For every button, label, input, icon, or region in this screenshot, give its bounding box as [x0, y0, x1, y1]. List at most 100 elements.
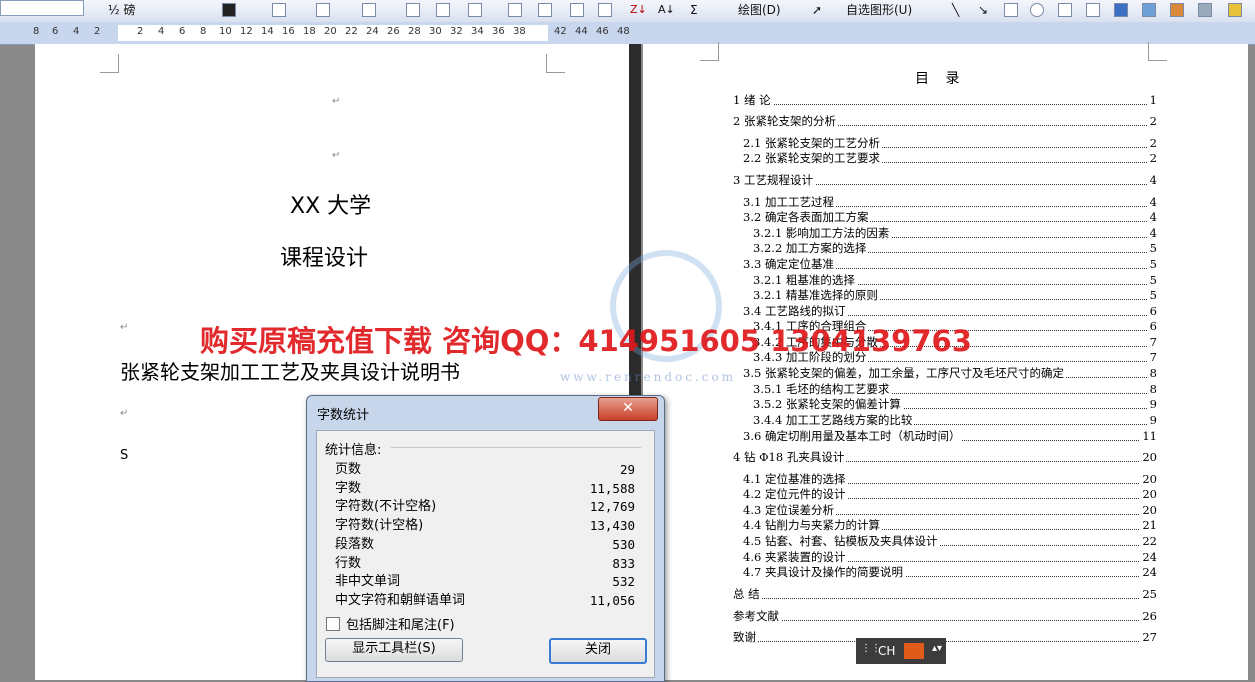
footnote-checkbox[interactable]: 包括脚注和尾注(F): [326, 614, 455, 633]
toc-entry[interactable]: 3.4.4 加工工艺路线方案的比较 9: [753, 413, 1157, 428]
toc-entry[interactable]: 2.1 张紧轮支架的工艺分析 2: [743, 136, 1157, 151]
stat-value: 11,588: [589, 480, 635, 496]
merge-icon[interactable]: [468, 3, 482, 17]
toc-entry[interactable]: 3.5.1 毛坯的结构工艺要求 8: [753, 382, 1157, 397]
toc-page-number: 5: [1147, 273, 1157, 288]
toc-entry[interactable]: 4.7 夹具设计及操作的简要说明 24: [743, 565, 1157, 580]
stray-character: S: [120, 448, 129, 463]
style-dropdown[interactable]: [0, 0, 84, 16]
sort-asc-icon[interactable]: A↓: [658, 2, 675, 18]
toc-entry[interactable]: 1 绪 论 1: [733, 93, 1157, 108]
toc-page-number: 11: [1140, 429, 1157, 444]
toc-entry-label: 3.5.1 毛坯的结构工艺要求: [753, 382, 892, 397]
toc-entry[interactable]: 3.3 确定定位基准 5: [743, 257, 1157, 272]
rectangle-icon[interactable]: [1004, 3, 1018, 17]
toc-entry[interactable]: 4.1 定位基准的选择 20: [743, 472, 1157, 487]
split-icon[interactable]: [508, 3, 522, 17]
select-objects-icon[interactable]: ➚: [812, 2, 822, 18]
toc-entry[interactable]: 4.2 定位元件的设计 20: [743, 487, 1157, 502]
toc-entry[interactable]: 总 结 25: [733, 587, 1157, 602]
toc-entry[interactable]: 3.5.2 张紧轮支架的偏差计算 9: [753, 397, 1157, 412]
toc-page-number: 8: [1147, 366, 1157, 381]
toc-entry[interactable]: 3.2.1 精基准选择的原则 5: [753, 288, 1157, 303]
toc-entry-label: 2.2 张紧轮支架的工艺要求: [743, 151, 882, 166]
toc-entry[interactable]: 3.2.2 加工方案的选择 5: [753, 241, 1157, 256]
autoshapes-menu[interactable]: 自选图形(U): [846, 2, 912, 18]
wordart-icon[interactable]: [1114, 3, 1128, 17]
picture-icon[interactable]: [1198, 3, 1212, 17]
ime-logo-icon[interactable]: [904, 643, 924, 659]
clipart-icon[interactable]: [1170, 3, 1184, 17]
toc-page-number: 21: [1140, 518, 1157, 533]
close-icon[interactable]: ✕: [598, 397, 658, 421]
vertical-textbox-icon[interactable]: [1086, 3, 1100, 17]
toc-entry[interactable]: 4.4 钻削力与夹紧力的计算 21: [743, 518, 1157, 533]
toc-leader-dots: [733, 609, 1157, 621]
toc-entry[interactable]: 4.5 钻套、衬套、钻模板及夹具体设计 22: [743, 534, 1157, 549]
fill-color-icon[interactable]: [1228, 3, 1242, 17]
toc-entry[interactable]: 3.2 确定各表面加工方案 4: [743, 210, 1157, 225]
toc-entry-label: 致谢: [733, 630, 758, 645]
checkbox-icon[interactable]: [326, 617, 340, 631]
toc-entry[interactable]: 4.3 定位误差分析 20: [743, 503, 1157, 518]
toc-entry[interactable]: 2 张紧轮支架的分析 2: [733, 114, 1157, 129]
toc-entry[interactable]: 3.1 加工工艺过程 4: [743, 195, 1157, 210]
autoformat-icon[interactable]: [570, 3, 584, 17]
ime-toolbar[interactable]: ⋮⋮ CH ▴▾: [856, 638, 946, 664]
toc-entry[interactable]: 3.2.1 粗基准的选择 5: [753, 273, 1157, 288]
stat-label: 行数: [335, 555, 362, 571]
toc-entry-label: 3.2.2 加工方案的选择: [753, 241, 869, 256]
table-icon[interactable]: [362, 3, 376, 17]
arrow-icon[interactable]: ↘: [978, 2, 988, 18]
toc-entry-label: 4.5 钻套、衬套、钻模板及夹具体设计: [743, 534, 940, 549]
textbox-icon[interactable]: [1058, 3, 1072, 17]
diagram-icon[interactable]: [1142, 3, 1156, 17]
ruler-tick-label: 6: [52, 26, 59, 37]
toc-entry-label: 3.2.1 精基准选择的原则: [753, 288, 880, 303]
horizontal-ruler[interactable]: 8 6 4 2 2 4 6 8 10 12 14 16 18 20 22 24 26 28 30 32 34 36 38 42…: [0, 22, 1255, 45]
sum-icon[interactable]: Σ: [690, 2, 698, 18]
toc-entry[interactable]: 3.5 张紧轮支架的偏差，加工余量，工序尺寸及毛坯尺寸的确定 8: [743, 366, 1157, 381]
toc-entry-label: 3.2.1 影响加工方法的因素: [753, 226, 892, 241]
toc-page-number: 24: [1140, 550, 1157, 565]
ruler-tick-label: 20: [324, 26, 337, 37]
toc-entry-label: 3.3 确定定位基准: [743, 257, 836, 272]
toc-entry[interactable]: 4.6 夹紧装置的设计 24: [743, 550, 1157, 565]
toc-page-number: 5: [1147, 288, 1157, 303]
shading-icon[interactable]: [316, 3, 330, 17]
show-toolbar-button[interactable]: 显示工具栏(S): [325, 638, 463, 662]
university-name: XX 大学: [290, 194, 372, 219]
line-color-icon[interactable]: [222, 3, 236, 17]
toc-leader-dots: [733, 93, 1157, 105]
toc-entry[interactable]: 3.2.1 影响加工方法的因素 4: [753, 226, 1157, 241]
toc-entry[interactable]: 3 工艺规程设计 4: [733, 173, 1157, 188]
sort-desc-icon[interactable]: Z↓: [630, 2, 647, 18]
paragraph-mark: ↵: [120, 408, 129, 419]
draw-menu[interactable]: 绘图(D): [738, 2, 781, 18]
toc-entry-label: 4.6 夹紧装置的设计: [743, 550, 848, 565]
close-button[interactable]: 关闭: [549, 638, 647, 664]
insert-table-icon[interactable]: [406, 3, 420, 17]
border-icon[interactable]: [272, 3, 286, 17]
toc-entry[interactable]: 3.6 确定切削用量及基本工时（机动时间） 11: [743, 429, 1157, 444]
stat-value: 11,056: [589, 592, 635, 608]
stat-value: 532: [612, 574, 635, 590]
toc-page-number: 9: [1147, 413, 1157, 428]
ime-language[interactable]: CH: [878, 644, 895, 658]
line-icon[interactable]: ╲: [952, 2, 959, 18]
toc-entry-label: 1 绪 论: [733, 93, 773, 108]
distribute-icon[interactable]: [598, 3, 612, 17]
ime-options-icon[interactable]: ▴▾: [932, 643, 942, 654]
toc-entry[interactable]: 2.2 张紧轮支架的工艺要求 2: [743, 151, 1157, 166]
line-weight-dropdown[interactable]: ½ 磅: [108, 2, 135, 18]
align-icon[interactable]: [538, 3, 552, 17]
ruler-tick-label: 16: [282, 26, 295, 37]
stat-value: 833: [612, 555, 635, 571]
toc-entry[interactable]: 3.4 工艺路线的拟订 6: [743, 304, 1157, 319]
stat-label: 中文字符和朝鲜语单词: [335, 592, 466, 608]
oval-icon[interactable]: [1030, 3, 1044, 17]
grid-icon[interactable]: [436, 3, 450, 17]
toc-entry[interactable]: 4 钻 Φ18 孔夹具设计 20: [733, 450, 1157, 465]
ruler-tick-label: 8: [33, 26, 40, 37]
toc-entry[interactable]: 参考文献 26: [733, 609, 1157, 624]
